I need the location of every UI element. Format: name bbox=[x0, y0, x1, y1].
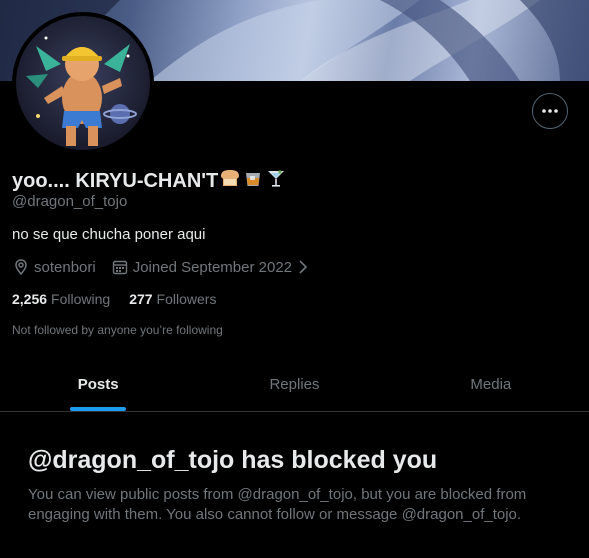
join-date-text: Joined September 2022 bbox=[132, 258, 292, 276]
profile-tabs: Posts Replies Media bbox=[0, 358, 589, 412]
following-link[interactable]: 2,256 Following bbox=[12, 291, 110, 307]
location: sotenbori bbox=[12, 258, 96, 276]
following-count: 2,256 bbox=[12, 291, 48, 307]
profile-bio: no se que chucha poner aqui bbox=[12, 226, 206, 243]
more-options-button[interactable] bbox=[532, 93, 568, 129]
blocked-title: @dragon_of_tojo has blocked you bbox=[28, 446, 438, 474]
profile-handle: @dragon_of_tojo bbox=[12, 193, 128, 210]
tab-posts[interactable]: Posts bbox=[0, 358, 196, 411]
blocked-description: You can view public posts from @dragon_o… bbox=[28, 486, 527, 523]
bread-emoji bbox=[219, 168, 241, 194]
follow-stats: 2,256 Following 277 Followers bbox=[12, 291, 216, 307]
cocktail-emoji bbox=[265, 168, 287, 194]
profile-meta: sotenbori Joined September 2022 bbox=[12, 257, 314, 277]
chevron-right-icon bbox=[299, 260, 308, 274]
display-name-text: yoo.... KIRYU-CHAN'T bbox=[12, 169, 219, 192]
location-pin-icon bbox=[15, 259, 27, 276]
tab-replies-label: Replies bbox=[269, 376, 320, 393]
follow-note: Not followed by anyone you’re following bbox=[12, 323, 223, 337]
followers-label: Followers bbox=[156, 291, 217, 307]
whisky-glass-emoji bbox=[242, 168, 264, 194]
location-text: sotenbori bbox=[34, 258, 96, 276]
followers-count: 277 bbox=[129, 291, 153, 307]
calendar-icon bbox=[112, 260, 127, 275]
followers-link[interactable]: 277 Followers bbox=[129, 291, 216, 307]
tab-replies[interactable]: Replies bbox=[196, 358, 392, 411]
active-tab-indicator bbox=[70, 407, 127, 411]
tab-media[interactable]: Media bbox=[393, 358, 589, 411]
display-name: yoo.... KIRYU-CHAN'T bbox=[12, 168, 287, 194]
avatar-artwork bbox=[16, 16, 150, 150]
following-label: Following bbox=[51, 291, 111, 307]
tab-posts-label: Posts bbox=[77, 376, 119, 393]
more-horizontal-icon bbox=[542, 109, 558, 113]
profile-avatar[interactable] bbox=[12, 12, 154, 154]
join-date[interactable]: Joined September 2022 bbox=[111, 258, 314, 276]
tab-media-label: Media bbox=[470, 376, 512, 393]
